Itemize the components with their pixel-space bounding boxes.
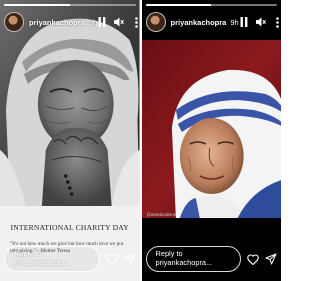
story-header: priyankachopra 9h xyxy=(145,11,281,33)
heart-icon[interactable] xyxy=(247,253,259,265)
story-username[interactable]: priyankachopra xyxy=(29,18,85,27)
story-panel-right[interactable]: @unitednations priyankachopra 9h Reply t… xyxy=(141,0,281,281)
reply-placeholder-line2: priyankachopra... xyxy=(14,258,71,267)
reply-actions xyxy=(105,253,136,265)
more-vertical-icon[interactable] xyxy=(273,16,281,28)
story-time: 9h xyxy=(230,17,239,27)
reply-placeholder-line2: priyankachopra... xyxy=(155,258,213,267)
pause-icon[interactable] xyxy=(97,16,107,28)
reply-actions xyxy=(247,253,277,265)
story-progress-fill xyxy=(145,4,212,6)
story-panel-left[interactable]: INTERNATIONAL CHARITY DAY "It's not how … xyxy=(0,0,140,281)
avatar[interactable] xyxy=(145,12,166,32)
story-time: 9h xyxy=(88,17,98,27)
stories-viewer: INTERNATIONAL CHARITY DAY "It's not how … xyxy=(0,0,281,281)
story-progress-fill xyxy=(4,4,70,6)
speaker-muted-icon[interactable] xyxy=(114,16,125,28)
story-title: INTERNATIONAL CHARITY DAY xyxy=(10,223,129,232)
story-photo-color-portrait xyxy=(141,40,281,218)
more-vertical-icon[interactable] xyxy=(131,16,139,28)
send-icon[interactable] xyxy=(124,253,136,265)
reply-bar: Reply to priyankachopra... xyxy=(4,245,136,273)
reply-input[interactable]: Reply to priyankachopra... xyxy=(4,246,100,272)
send-icon[interactable] xyxy=(265,253,277,265)
photo-watermark: @unitednations xyxy=(146,212,176,217)
heart-icon[interactable] xyxy=(105,253,118,265)
story-controls xyxy=(97,16,139,28)
pause-icon[interactable] xyxy=(239,16,249,28)
story-progress-bar xyxy=(4,4,136,6)
speaker-muted-icon[interactable] xyxy=(255,16,266,28)
story-username[interactable]: priyankachopra xyxy=(171,18,227,27)
avatar[interactable] xyxy=(4,12,24,32)
reply-bar: Reply to priyankachopra... xyxy=(145,245,278,273)
reply-input[interactable]: Reply to priyankachopra... xyxy=(145,246,241,272)
story-controls xyxy=(239,16,281,28)
story-progress-bar xyxy=(145,4,277,6)
story-header: priyankachopra 9h xyxy=(4,11,139,33)
